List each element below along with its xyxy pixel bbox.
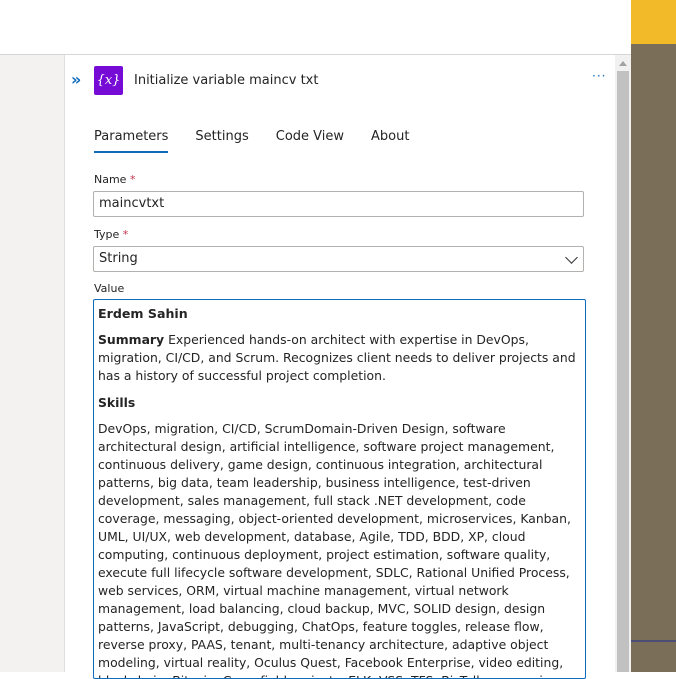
- skills-text: DevOps, migration, CI/CD, ScrumDomain-Dr…: [98, 421, 571, 678]
- strip-divider: [631, 640, 676, 642]
- summary-heading: Summary: [98, 332, 165, 347]
- type-label-text: Type: [94, 228, 120, 241]
- required-marker: *: [122, 228, 129, 241]
- collapse-panel-icon[interactable]: »: [71, 72, 81, 88]
- type-select-value: String: [99, 251, 138, 266]
- name-field-label: Name *: [94, 173, 135, 186]
- tab-about[interactable]: About: [371, 127, 409, 153]
- variable-icon: {x}: [94, 66, 123, 95]
- value-field-label: Value: [94, 282, 125, 295]
- designer-canvas: [0, 55, 64, 672]
- required-marker: *: [129, 173, 136, 186]
- panel-scrollbar[interactable]: [615, 55, 631, 672]
- action-title[interactable]: Initialize variable maincv txt: [134, 73, 318, 88]
- tab-list: Parameters Settings Code View About: [94, 127, 436, 155]
- type-field-label: Type *: [94, 228, 128, 241]
- action-details-panel: » {x} Initialize variable maincv txt ···…: [64, 55, 616, 679]
- scroll-thumb[interactable]: [617, 71, 629, 672]
- tab-parameters[interactable]: Parameters: [94, 127, 169, 153]
- skills-heading: Skills: [98, 395, 136, 410]
- value-summary: Summary Experienced hands-on architect w…: [98, 331, 581, 385]
- more-options-icon[interactable]: ···: [592, 69, 606, 83]
- value-editor[interactable]: Erdem Sahin Summary Experienced hands-on…: [93, 299, 586, 679]
- tab-settings[interactable]: Settings: [195, 127, 248, 153]
- right-background-strip: [631, 0, 676, 672]
- top-bar: [0, 0, 631, 55]
- type-select[interactable]: String: [93, 246, 584, 272]
- scroll-up-arrow-icon[interactable]: [619, 61, 627, 66]
- yellow-block: [631, 0, 676, 44]
- name-label-text: Name: [94, 173, 127, 186]
- value-person-name: Erdem Sahin: [98, 306, 188, 321]
- summary-text: Experienced hands-on architect with expe…: [98, 332, 576, 383]
- name-input[interactable]: maincvtxt: [93, 191, 584, 217]
- tab-code-view[interactable]: Code View: [276, 127, 344, 153]
- chevron-down-icon: [565, 251, 578, 264]
